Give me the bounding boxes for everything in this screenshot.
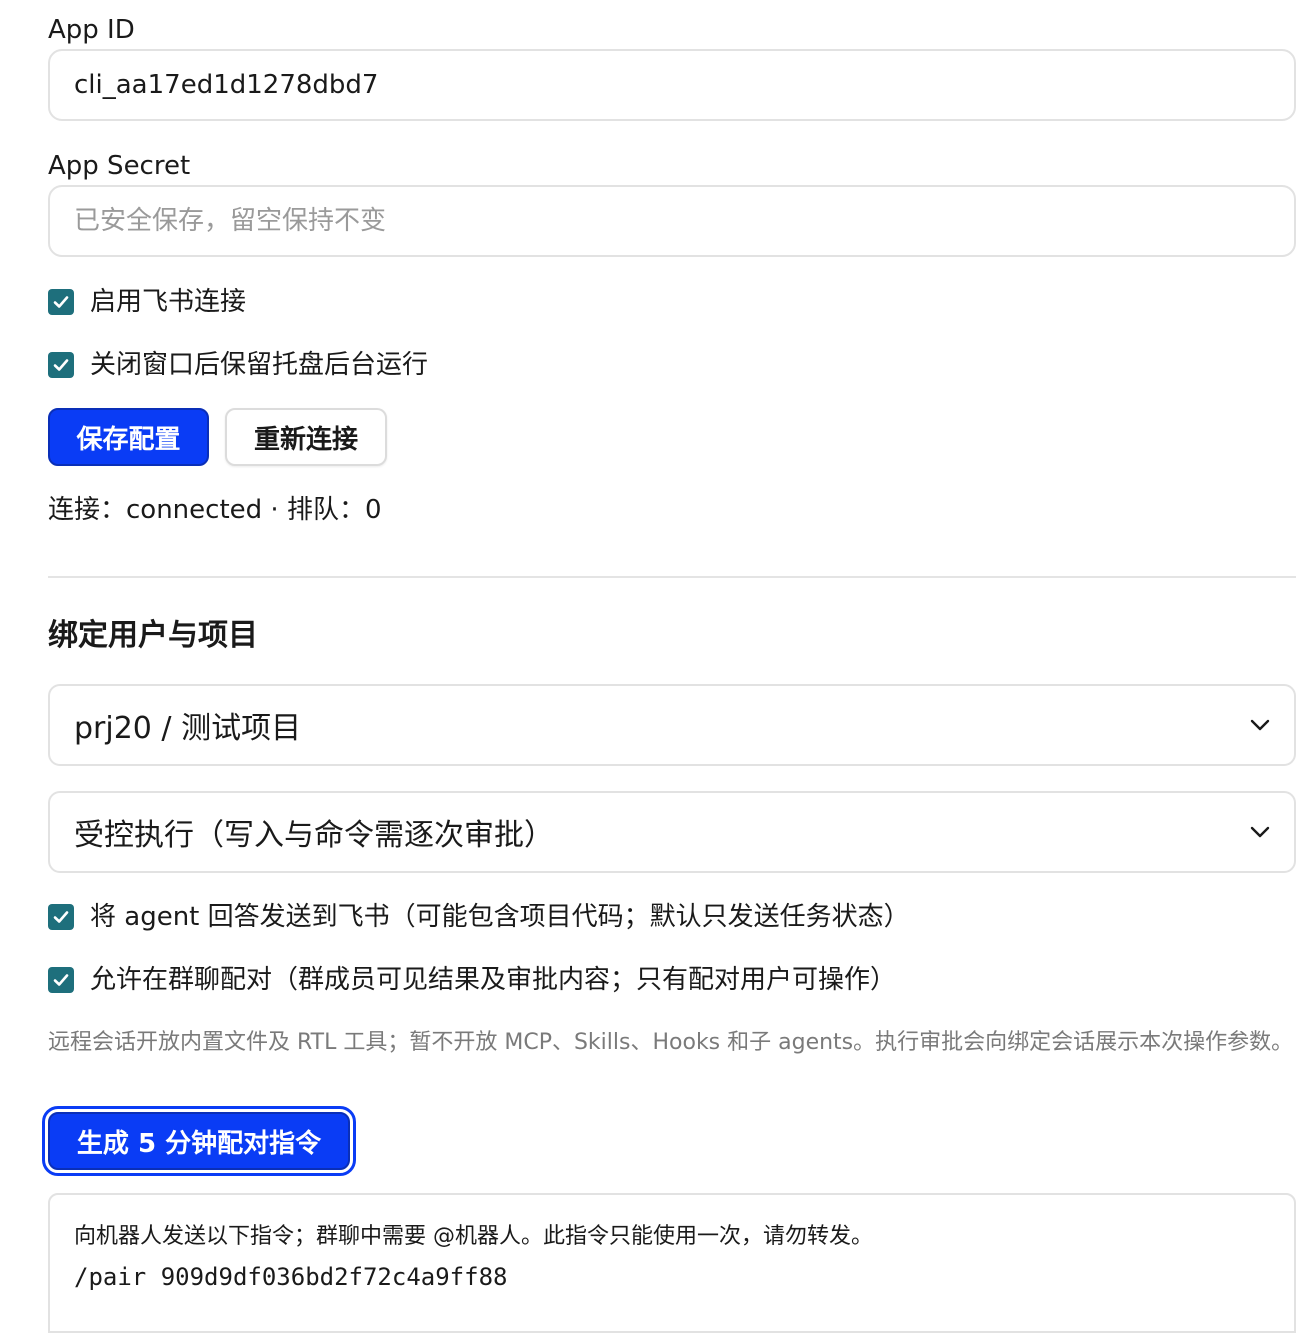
app-id-label: App ID bbox=[48, 15, 135, 45]
enable-feishu-label: 启用飞书连接 bbox=[90, 287, 247, 317]
check-icon bbox=[53, 911, 69, 923]
pair-command-note: 向机器人发送以下指令；群聊中需要 @机器人。此指令只能使用一次，请勿转发。 bbox=[74, 1224, 873, 1249]
allow-group-checkbox[interactable] bbox=[48, 967, 74, 993]
remote-session-hint: 远程会话开放内置文件及 RTL 工具；暂不开放 MCP、Skills、Hooks… bbox=[48, 1030, 1294, 1055]
execution-mode-value: 受控执行（写入与命令需逐次审批） bbox=[74, 818, 554, 853]
execution-mode-select[interactable]: 受控执行（写入与命令需逐次审批） bbox=[48, 791, 1296, 873]
reconnect-button[interactable]: 重新连接 bbox=[225, 408, 387, 466]
chevron-down-icon bbox=[1250, 719, 1270, 731]
send-answers-option[interactable]: 将 agent 回答发送到飞书（可能包含项目代码；默认只发送任务状态） bbox=[48, 899, 910, 935]
pair-command-box: 向机器人发送以下指令；群聊中需要 @机器人。此指令只能使用一次，请勿转发。 /p… bbox=[48, 1193, 1296, 1333]
keep-tray-option[interactable]: 关闭窗口后保留托盘后台运行 bbox=[48, 347, 428, 383]
keep-tray-label: 关闭窗口后保留托盘后台运行 bbox=[90, 350, 429, 380]
save-config-button[interactable]: 保存配置 bbox=[48, 408, 209, 466]
generate-pair-command-button[interactable]: 生成 5 分钟配对指令 bbox=[42, 1106, 356, 1176]
send-answers-label: 将 agent 回答发送到飞书（可能包含项目代码；默认只发送任务状态） bbox=[90, 902, 910, 932]
app-secret-input[interactable] bbox=[48, 185, 1296, 257]
send-answers-checkbox[interactable] bbox=[48, 904, 74, 930]
project-select[interactable]: prj20 / 测试项目 bbox=[48, 684, 1296, 766]
allow-group-option[interactable]: 允许在群聊配对（群成员可见结果及审批内容；只有配对用户可操作） bbox=[48, 962, 896, 998]
check-icon bbox=[53, 359, 69, 371]
connection-status: 连接：connected · 排队：0 bbox=[48, 495, 382, 525]
binding-section-title: 绑定用户与项目 bbox=[48, 618, 258, 653]
allow-group-label: 允许在群聊配对（群成员可见结果及审批内容；只有配对用户可操作） bbox=[90, 965, 897, 995]
pair-command-text[interactable]: /pair 909d9df036bd2f72c4a9ff88 bbox=[74, 1261, 1270, 1293]
enable-feishu-checkbox[interactable] bbox=[48, 289, 74, 315]
app-secret-label: App Secret bbox=[48, 151, 191, 181]
keep-tray-checkbox[interactable] bbox=[48, 352, 74, 378]
enable-feishu-option[interactable]: 启用飞书连接 bbox=[48, 284, 246, 320]
check-icon bbox=[53, 296, 69, 308]
check-icon bbox=[53, 974, 69, 986]
app-id-input[interactable] bbox=[48, 49, 1296, 121]
section-divider bbox=[48, 576, 1296, 578]
project-select-value: prj20 / 测试项目 bbox=[74, 711, 302, 746]
chevron-down-icon bbox=[1250, 826, 1270, 838]
